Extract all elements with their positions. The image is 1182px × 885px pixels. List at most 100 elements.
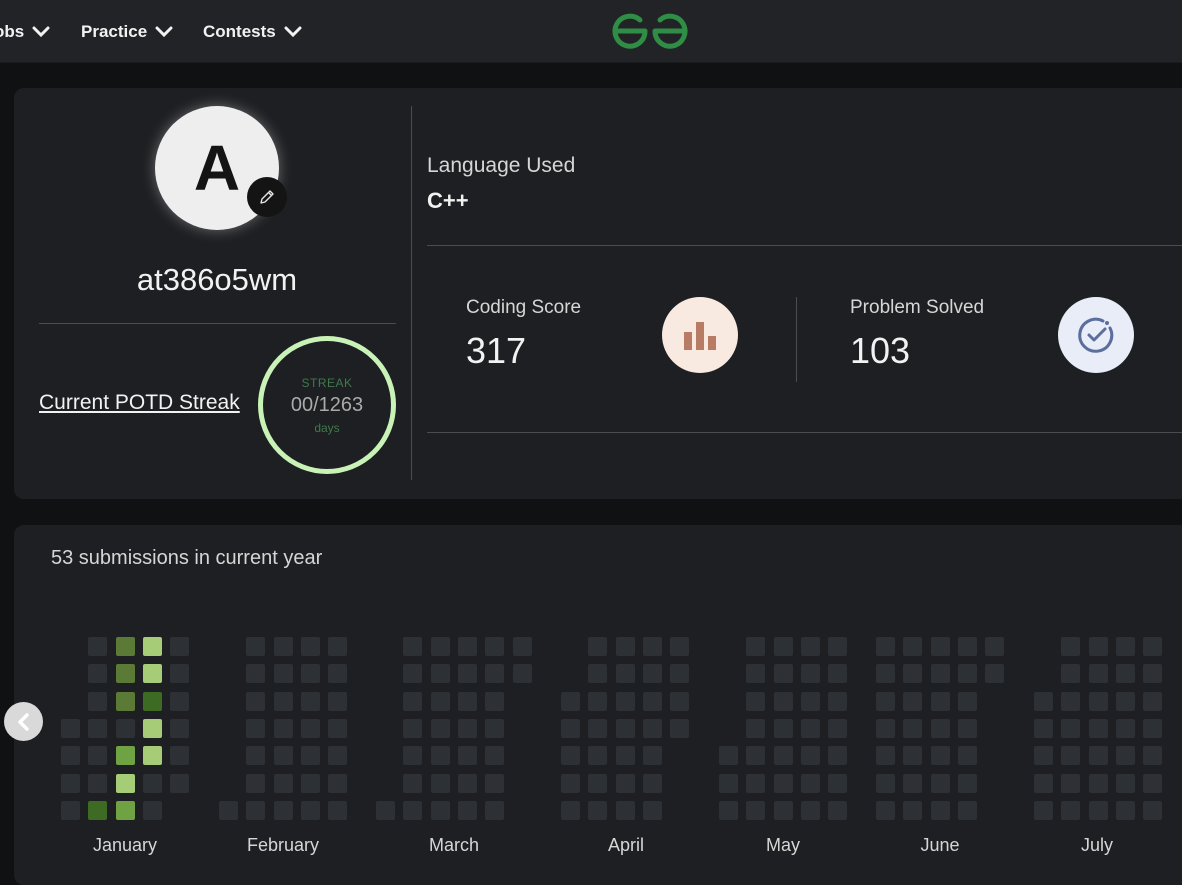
heatmap-cell[interactable]: [485, 773, 505, 793]
heatmap-cell[interactable]: [642, 800, 662, 820]
heatmap-cell[interactable]: [273, 637, 293, 656]
heatmap-cell[interactable]: [61, 746, 80, 766]
heatmap-cell[interactable]: [485, 637, 505, 656]
heatmap-cell[interactable]: [561, 773, 580, 793]
heatmap-cell[interactable]: [746, 800, 766, 820]
heatmap-cell[interactable]: [930, 637, 950, 656]
heatmap-cell[interactable]: [273, 718, 293, 738]
heatmap-cell[interactable]: [1061, 746, 1081, 766]
heatmap-cell[interactable]: [800, 718, 820, 738]
heatmap-cell[interactable]: [746, 746, 766, 766]
heatmap-cell[interactable]: [485, 800, 505, 820]
heatmap-cell[interactable]: [246, 718, 266, 738]
heatmap-cell[interactable]: [1088, 718, 1108, 738]
heatmap-cell[interactable]: [300, 637, 320, 656]
heatmap-cell[interactable]: [403, 800, 423, 820]
heatmap-cell[interactable]: [1034, 718, 1053, 738]
heatmap-cell[interactable]: [828, 664, 848, 684]
heatmap-cell[interactable]: [88, 637, 108, 656]
heatmap-cell[interactable]: [273, 691, 293, 711]
heatmap-cell[interactable]: [246, 746, 266, 766]
heatmap-cell[interactable]: [903, 637, 923, 656]
heatmap-cell[interactable]: [930, 691, 950, 711]
heatmap-cell[interactable]: [615, 637, 635, 656]
heatmap-cell[interactable]: [828, 746, 848, 766]
heatmap-cell[interactable]: [828, 637, 848, 656]
heatmap-cell[interactable]: [430, 637, 450, 656]
heatmap-cell[interactable]: [115, 746, 135, 766]
heatmap-cell[interactable]: [300, 746, 320, 766]
heatmap-cell[interactable]: [328, 664, 348, 684]
heatmap-cell[interactable]: [170, 773, 190, 793]
heatmap-cell[interactable]: [642, 664, 662, 684]
heatmap-cell[interactable]: [115, 800, 135, 820]
heatmap-cell[interactable]: [142, 664, 162, 684]
heatmap-cell[interactable]: [903, 773, 923, 793]
nav-item-contests[interactable]: Contests: [203, 20, 302, 44]
heatmap-cell[interactable]: [1143, 718, 1163, 738]
heatmap-cell[interactable]: [142, 718, 162, 738]
heatmap-cell[interactable]: [773, 718, 793, 738]
heatmap-cell[interactable]: [1143, 691, 1163, 711]
heatmap-cell[interactable]: [876, 637, 895, 656]
heatmap-cell[interactable]: [170, 746, 190, 766]
heatmap-cell[interactable]: [1115, 718, 1135, 738]
heatmap-cell[interactable]: [957, 773, 977, 793]
heatmap-cell[interactable]: [300, 664, 320, 684]
heatmap-cell[interactable]: [1115, 746, 1135, 766]
heatmap-cell[interactable]: [430, 800, 450, 820]
potd-streak-link[interactable]: Current POTD Streak: [39, 391, 240, 415]
heatmap-cell[interactable]: [800, 746, 820, 766]
heatmap-cell[interactable]: [246, 800, 266, 820]
heatmap-cell[interactable]: [615, 800, 635, 820]
heatmap-cell[interactable]: [61, 800, 80, 820]
heatmap-cell[interactable]: [1061, 664, 1081, 684]
heatmap-cell[interactable]: [588, 800, 608, 820]
heatmap-cell[interactable]: [719, 773, 738, 793]
heatmap-cell[interactable]: [800, 691, 820, 711]
heatmap-cell[interactable]: [773, 664, 793, 684]
heatmap-cell[interactable]: [403, 746, 423, 766]
heatmap-cell[interactable]: [670, 718, 690, 738]
heatmap-cell[interactable]: [376, 800, 395, 820]
heatmap-cell[interactable]: [273, 664, 293, 684]
heatmap-cell[interactable]: [876, 746, 895, 766]
heatmap-cell[interactable]: [957, 637, 977, 656]
heatmap-cell[interactable]: [642, 773, 662, 793]
heatmap-cell[interactable]: [876, 691, 895, 711]
heatmap-cell[interactable]: [903, 718, 923, 738]
heatmap-cell[interactable]: [957, 691, 977, 711]
heatmap-cell[interactable]: [670, 691, 690, 711]
heatmap-cell[interactable]: [512, 664, 532, 684]
heatmap-cell[interactable]: [773, 637, 793, 656]
heatmap-cell[interactable]: [1061, 800, 1081, 820]
heatmap-cell[interactable]: [1088, 800, 1108, 820]
heatmap-cell[interactable]: [115, 664, 135, 684]
heatmap-cell[interactable]: [876, 664, 895, 684]
heatmap-cell[interactable]: [615, 718, 635, 738]
heatmap-cell[interactable]: [246, 637, 266, 656]
heatmap-cell[interactable]: [219, 800, 238, 820]
heatmap-cell[interactable]: [61, 773, 80, 793]
heatmap-cell[interactable]: [746, 664, 766, 684]
heatmap-cell[interactable]: [457, 664, 477, 684]
heatmap-cell[interactable]: [485, 691, 505, 711]
heatmap-cell[interactable]: [115, 773, 135, 793]
heatmap-cell[interactable]: [828, 773, 848, 793]
heatmap-cell[interactable]: [485, 746, 505, 766]
heatmap-cell[interactable]: [430, 664, 450, 684]
heatmap-cell[interactable]: [273, 746, 293, 766]
heatmap-cell[interactable]: [430, 773, 450, 793]
gfg-logo-icon[interactable]: [611, 12, 689, 50]
heatmap-cell[interactable]: [876, 773, 895, 793]
heatmap-cell[interactable]: [1143, 800, 1163, 820]
heatmap-cell[interactable]: [615, 691, 635, 711]
heatmap-cell[interactable]: [903, 691, 923, 711]
heatmap-cell[interactable]: [588, 637, 608, 656]
heatmap-cell[interactable]: [588, 664, 608, 684]
heatmap-cell[interactable]: [1143, 637, 1163, 656]
heatmap-cell[interactable]: [61, 718, 80, 738]
heatmap-cell[interactable]: [1061, 773, 1081, 793]
heatmap-cell[interactable]: [670, 664, 690, 684]
heatmap-cell[interactable]: [642, 691, 662, 711]
